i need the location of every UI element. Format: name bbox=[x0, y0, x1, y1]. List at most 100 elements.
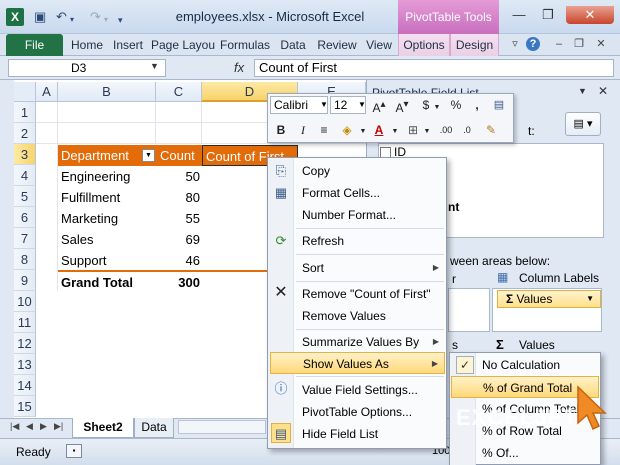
pivot-row-label[interactable]: Marketing bbox=[61, 208, 155, 229]
menu-item-summarize-values-by[interactable]: Summarize Values By ▶ bbox=[295, 331, 445, 353]
sheet-tab-data[interactable]: Data bbox=[134, 418, 174, 438]
row-header-9[interactable]: 9 bbox=[14, 270, 36, 291]
menu-item-format-cells[interactable]: Format Cells... bbox=[295, 182, 445, 204]
font-size-dropdown-icon[interactable]: ▼ bbox=[358, 100, 366, 109]
italic-icon[interactable]: I bbox=[294, 121, 312, 139]
row-header-13[interactable]: 13 bbox=[14, 354, 36, 375]
sheet-tab-sheet2[interactable]: Sheet2 bbox=[72, 418, 134, 438]
horizontal-scrollbar[interactable] bbox=[178, 420, 266, 434]
tab-page-layout[interactable]: Page Layou bbox=[150, 34, 216, 56]
tab-options[interactable]: Options bbox=[398, 34, 450, 56]
field-list-layout-button[interactable]: ▤ ▾ bbox=[565, 112, 601, 136]
pivot-row-count[interactable]: 50 bbox=[156, 166, 200, 187]
tab-insert[interactable]: Insert bbox=[108, 34, 148, 56]
row-header-4[interactable]: 4 bbox=[14, 165, 36, 186]
menu-item-refresh[interactable]: Refresh bbox=[295, 230, 445, 252]
pivot-row-label[interactable]: Engineering bbox=[61, 166, 155, 187]
name-box[interactable]: D3 bbox=[8, 59, 166, 77]
row-header-2[interactable]: 2 bbox=[14, 123, 36, 144]
pivot-header-count[interactable]: Count bbox=[156, 145, 202, 166]
menu-item-remove-field[interactable]: Remove "Count of First" bbox=[295, 283, 445, 305]
menu-item-remove-values[interactable]: Remove Values bbox=[295, 305, 445, 327]
values-field-chip[interactable]: Σ Values ▼ bbox=[497, 290, 601, 308]
minimize-icon[interactable]: — bbox=[508, 6, 530, 24]
percent-style-icon[interactable]: % bbox=[447, 96, 465, 114]
tab-design[interactable]: Design bbox=[450, 34, 499, 56]
report-filter-area[interactable] bbox=[448, 288, 490, 332]
pivot-row-count[interactable]: 55 bbox=[156, 208, 200, 229]
row-header-12[interactable]: 12 bbox=[14, 333, 36, 354]
grand-total-count[interactable]: 300 bbox=[156, 272, 200, 293]
redo-icon[interactable]: ↷ bbox=[90, 9, 101, 25]
customize-toolbar-icon[interactable]: ▾ bbox=[118, 12, 123, 28]
format-painter-grid-icon[interactable]: ▤ bbox=[490, 96, 508, 114]
restore-workbook-icon[interactable]: ❐ bbox=[572, 37, 586, 51]
comma-style-icon[interactable]: , bbox=[468, 96, 486, 114]
row-header-11[interactable]: 11 bbox=[14, 312, 36, 333]
menu-item-hide-field-list[interactable]: Hide Field List bbox=[295, 423, 445, 445]
tab-file[interactable]: File bbox=[6, 34, 63, 56]
tab-formulas[interactable]: Formulas bbox=[218, 34, 272, 56]
menu-item-pivottable-options[interactable]: PivotTable Options... bbox=[295, 401, 445, 423]
collapse-ribbon-icon[interactable]: ▿ bbox=[508, 37, 522, 51]
tab-home[interactable]: Home bbox=[68, 34, 106, 56]
column-header-a[interactable]: A bbox=[36, 82, 58, 102]
pivot-row-label[interactable]: Support bbox=[61, 250, 155, 271]
tab-view[interactable]: View bbox=[362, 34, 396, 56]
tab-data[interactable]: Data bbox=[274, 34, 312, 56]
next-sheet-icon[interactable]: ▶ bbox=[40, 421, 47, 432]
close-pane-icon[interactable]: ✕ bbox=[598, 84, 608, 98]
row-header-8[interactable]: 8 bbox=[14, 249, 36, 270]
pivot-row-count[interactable]: 46 bbox=[156, 250, 200, 271]
column-header-b[interactable]: B bbox=[58, 82, 156, 102]
pivot-row-count[interactable]: 80 bbox=[156, 187, 200, 208]
formula-input[interactable]: Count of First bbox=[254, 59, 614, 77]
pivot-row-label[interactable]: Fulfillment bbox=[61, 187, 155, 208]
shrink-font-icon[interactable]: A▾ bbox=[393, 96, 411, 115]
borders-dropdown-icon[interactable]: ▼ bbox=[418, 123, 436, 141]
row-header-1[interactable]: 1 bbox=[14, 102, 36, 123]
increase-decimal-icon[interactable]: .00 bbox=[437, 121, 455, 139]
row-header-15[interactable]: 15 bbox=[14, 396, 36, 417]
help-icon[interactable]: ? bbox=[526, 37, 540, 51]
font-dropdown-icon[interactable]: ▼ bbox=[320, 100, 328, 109]
restore-icon[interactable]: ❐ bbox=[537, 6, 559, 24]
prev-sheet-icon[interactable]: ◀ bbox=[26, 421, 33, 432]
row-header-5[interactable]: 5 bbox=[14, 186, 36, 207]
values-chip-dropdown-icon[interactable]: ▼ bbox=[586, 291, 594, 307]
save-icon[interactable]: ▣ bbox=[34, 9, 46, 25]
row-header-7[interactable]: 7 bbox=[14, 228, 36, 249]
close-window-icon[interactable]: ✕ bbox=[566, 6, 614, 24]
macro-record-icon[interactable]: ▪ bbox=[66, 444, 82, 458]
submenu-item-percent-of[interactable]: % Of... bbox=[476, 442, 600, 464]
first-sheet-icon[interactable]: |◀ bbox=[10, 421, 19, 432]
grand-total-label[interactable]: Grand Total bbox=[61, 272, 155, 293]
minimize-workbook-icon[interactable]: – bbox=[552, 37, 566, 51]
bold-icon[interactable]: B bbox=[272, 121, 290, 139]
last-sheet-icon[interactable]: ▶| bbox=[54, 421, 63, 432]
row-header-3[interactable]: 3 bbox=[14, 144, 36, 165]
name-box-dropdown-icon[interactable]: ▼ bbox=[150, 61, 159, 71]
menu-item-sort[interactable]: Sort ▶ bbox=[295, 257, 445, 279]
close-workbook-icon[interactable]: ✕ bbox=[594, 37, 608, 51]
menu-item-number-format[interactable]: Number Format... bbox=[295, 204, 445, 226]
pivot-row-label[interactable]: Sales bbox=[61, 229, 155, 250]
format-painter-icon[interactable]: ✎ bbox=[482, 121, 500, 139]
tab-review[interactable]: Review bbox=[314, 34, 360, 56]
submenu-item-no-calculation[interactable]: No Calculation bbox=[476, 354, 600, 376]
department-filter-dropdown-icon[interactable]: ▼ bbox=[142, 149, 155, 162]
decrease-decimal-icon[interactable]: .0 bbox=[458, 121, 476, 139]
menu-item-copy[interactable]: Copy bbox=[295, 160, 445, 182]
row-header-14[interactable]: 14 bbox=[14, 375, 36, 396]
redo-dropdown-icon[interactable]: ▾ bbox=[104, 12, 108, 28]
insert-function-icon[interactable]: fx bbox=[234, 60, 244, 75]
column-header-c[interactable]: C bbox=[156, 82, 202, 102]
pane-options-icon[interactable]: ▼ bbox=[578, 86, 587, 96]
grow-font-icon[interactable]: A▴ bbox=[370, 96, 388, 115]
row-header-10[interactable]: 10 bbox=[14, 291, 36, 312]
undo-dropdown-icon[interactable]: ▾ bbox=[70, 12, 74, 28]
font-color-dropdown-icon[interactable]: ▼ bbox=[386, 123, 404, 141]
excel-app-icon[interactable]: X bbox=[6, 8, 24, 26]
menu-item-show-values-as[interactable]: Show Values As ▶ bbox=[270, 352, 445, 374]
accounting-dropdown-icon[interactable]: ▼ bbox=[428, 99, 446, 117]
